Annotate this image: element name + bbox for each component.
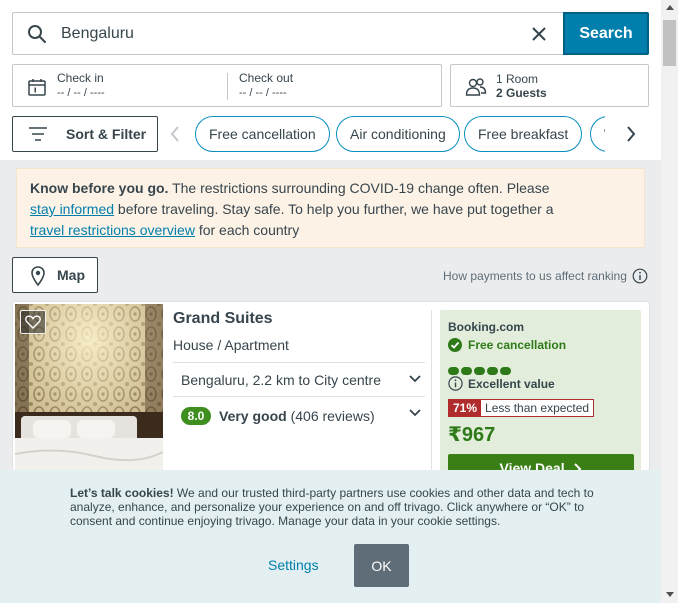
hotel-photo[interactable] — [15, 304, 163, 480]
rating-label: Very good — [219, 408, 287, 424]
stay-informed-link[interactable]: stay informed — [30, 201, 114, 217]
check-circle-icon — [448, 338, 462, 352]
percent-badge: 71% — [449, 400, 482, 416]
checkout-value: -- / -- / ---- — [239, 87, 287, 99]
guests-icon — [465, 78, 487, 96]
ranking-info-link[interactable]: How payments to us affect ranking — [443, 269, 627, 283]
divider — [431, 310, 432, 480]
checkin-label: Check in — [57, 71, 104, 85]
scroll-down-arrow[interactable] — [666, 592, 674, 597]
rating-row[interactable]: 8.0 Very good (406 reviews) — [173, 396, 425, 430]
location-row[interactable]: Bengaluru, 2.2 km to City centre — [173, 362, 425, 396]
search-button[interactable]: Search — [563, 12, 649, 55]
review-count: (406 reviews) — [290, 408, 375, 424]
value-dot — [461, 367, 472, 375]
travel-restrictions-link[interactable]: travel restrictions overview — [30, 222, 195, 238]
hotel-type: House / Apartment — [173, 337, 289, 353]
value-dot — [448, 367, 459, 375]
price-comparison-badge: 71% Less than expected — [448, 399, 595, 417]
deal-panel[interactable]: Booking.com Free cancellation Excellent … — [440, 310, 641, 480]
close-icon[interactable] — [530, 25, 548, 43]
search-header: Search Check in -- / -- / ---- Check out… — [0, 0, 661, 160]
favorite-button[interactable] — [20, 310, 46, 334]
heart-icon — [25, 315, 41, 329]
hotel-card[interactable]: Grand Suites House / Apartment Bengaluru… — [12, 301, 650, 481]
location-text: Bengaluru, 2.2 km to City centre — [181, 372, 381, 388]
calendar-icon — [28, 79, 46, 96]
guests-count: 2 Guests — [496, 86, 547, 100]
chevron-down-icon — [409, 409, 421, 417]
deal-price: ₹967 — [448, 424, 496, 446]
map-button[interactable]: Map — [12, 257, 98, 293]
chip-wifi[interactable]: Wi-Fi — [590, 116, 605, 152]
rating-text: Very good (406 reviews) — [219, 408, 375, 424]
scrollbar[interactable] — [661, 0, 678, 603]
chip-air-conditioning[interactable]: Air conditioning — [336, 116, 460, 152]
chip-free-cancellation[interactable]: Free cancellation — [195, 116, 330, 152]
percent-text: Less than expected — [485, 401, 590, 415]
cookie-ok-button[interactable]: OK — [354, 544, 409, 587]
value-dot — [474, 367, 485, 375]
sort-filter-label: Sort & Filter — [66, 126, 147, 142]
value-label: Excellent value — [468, 377, 555, 391]
notice-text-2: before traveling. Stay safe. To help you… — [114, 201, 554, 217]
cookie-text: Let’s talk cookies! We and our trusted t… — [70, 486, 598, 528]
search-input[interactable] — [61, 21, 501, 47]
value-dot — [487, 367, 498, 375]
chevron-right-icon[interactable] — [624, 124, 638, 144]
map-pin-icon — [31, 266, 45, 286]
sort-filter-button[interactable]: Sort & Filter — [12, 116, 158, 152]
rating-badge: 8.0 — [181, 407, 211, 425]
chevron-down-icon — [409, 375, 421, 383]
filter-chips: Free cancellation Air conditioning Free … — [195, 116, 605, 152]
deal-provider: Booking.com — [448, 320, 525, 334]
checkout-label: Check out — [239, 71, 294, 85]
cookie-settings-link[interactable]: Settings — [268, 557, 319, 573]
notice-text-1: The restrictions surrounding COVID-19 ch… — [168, 180, 550, 196]
date-picker[interactable]: Check in -- / -- / ---- Check out -- / -… — [12, 64, 442, 107]
checkin-value: -- / -- / ---- — [57, 87, 105, 99]
checkout-field[interactable]: Check out -- / -- / ---- — [239, 71, 293, 99]
free-cancellation-label: Free cancellation — [468, 338, 567, 352]
checkin-field[interactable]: Check in -- / -- / ---- — [57, 71, 105, 99]
cookie-banner[interactable]: Let’s talk cookies! We and our trusted t… — [0, 470, 661, 603]
notice-heading: Know before you go. — [30, 180, 169, 196]
filter-lines-icon — [29, 127, 47, 141]
covid-notice: Know before you go. The restrictions sur… — [16, 168, 645, 248]
chip-free-breakfast[interactable]: Free breakfast — [464, 116, 583, 152]
guests-selector[interactable]: 1 Room 2 Guests — [450, 64, 649, 107]
hotel-name[interactable]: Grand Suites — [173, 310, 273, 328]
info-circle-icon[interactable] — [448, 376, 463, 391]
chevron-left-icon — [170, 126, 179, 142]
search-icon — [28, 25, 46, 43]
scroll-up-arrow[interactable] — [666, 5, 674, 10]
cookie-heading: Let’s talk cookies! — [70, 486, 174, 500]
guests-summary: 1 Room 2 Guests — [496, 72, 547, 100]
info-icon[interactable] — [632, 268, 648, 284]
search-field[interactable] — [12, 12, 563, 55]
map-label: Map — [57, 267, 85, 283]
value-dot — [500, 367, 511, 375]
rooms-count: 1 Room — [496, 72, 539, 86]
scroll-thumb[interactable] — [663, 20, 676, 66]
divider — [227, 73, 228, 100]
notice-text-3: for each country — [194, 222, 300, 238]
